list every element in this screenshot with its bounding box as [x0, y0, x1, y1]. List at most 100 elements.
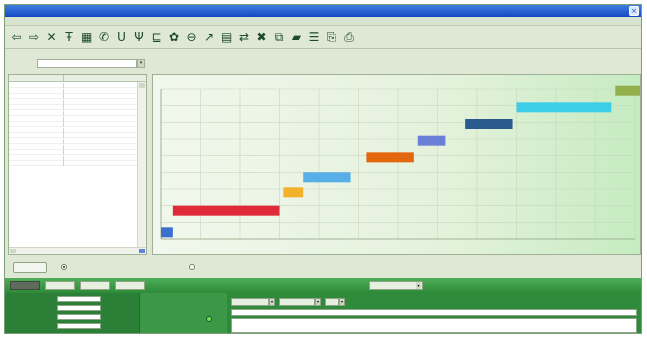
close-cross-icon[interactable]: ✕ — [46, 31, 57, 43]
gantt-chart — [160, 85, 641, 240]
title-bar: × — [5, 5, 641, 17]
menu-item-3[interactable] — [35, 19, 49, 24]
select-field-3[interactable] — [325, 298, 339, 306]
menu-item-5[interactable] — [71, 19, 83, 24]
chart-icon[interactable]: ✆ — [99, 31, 110, 43]
date-field[interactable] — [37, 59, 137, 68]
nav-button-last[interactable] — [115, 281, 145, 290]
radio-option-1[interactable] — [61, 264, 67, 270]
date-dropdown-button[interactable]: ▾ — [137, 59, 145, 68]
list-horizontal-scrollbar[interactable] — [9, 247, 146, 254]
property-label — [10, 324, 54, 329]
chevron-down-icon[interactable]: ▾ — [315, 298, 321, 306]
list-item[interactable] — [9, 155, 137, 161]
list-item[interactable] — [9, 111, 137, 116]
list-item-name — [66, 150, 136, 155]
list-item[interactable] — [9, 94, 137, 100]
tag-icon[interactable]: ▰ — [291, 31, 302, 43]
list-item[interactable] — [9, 122, 137, 128]
gantt-bar[interactable] — [516, 102, 612, 113]
print-icon[interactable]: ⎙ — [344, 31, 355, 43]
menu-item-4[interactable] — [51, 19, 69, 24]
view-select[interactable]: ▾ — [369, 281, 423, 290]
list-item[interactable] — [9, 139, 137, 144]
list-item-name — [66, 145, 136, 150]
description-field[interactable] — [231, 309, 637, 316]
gantt-bar[interactable] — [465, 119, 513, 129]
delete-icon[interactable]: ✖ — [256, 31, 267, 43]
zoom-icon[interactable]: ⊖ — [186, 31, 197, 43]
underline-icon[interactable]: U — [116, 31, 127, 43]
calendar-icon[interactable]: ▦ — [81, 31, 92, 43]
list-item-id — [9, 111, 64, 116]
radio-option-2[interactable] — [189, 264, 195, 270]
list-item[interactable] — [9, 105, 137, 111]
edit-button[interactable] — [13, 262, 47, 273]
list-item[interactable] — [9, 161, 137, 167]
property-field[interactable] — [57, 296, 101, 302]
list-item[interactable] — [9, 144, 137, 150]
property-label — [10, 297, 54, 302]
list-vertical-scrollbar[interactable] — [137, 82, 146, 248]
bottom-nav-bar: ▾ — [5, 278, 641, 293]
list-item-name — [66, 161, 136, 166]
list-item-id — [9, 105, 64, 111]
list-item[interactable] — [9, 133, 137, 139]
list-item-name — [66, 128, 136, 133]
menu-item-1[interactable] — [7, 19, 19, 24]
link-icon[interactable]: ⇄ — [239, 31, 250, 43]
property-label — [10, 315, 54, 320]
filter-row: ▾ — [5, 50, 641, 70]
nav-button-prev[interactable] — [45, 281, 75, 290]
list-item[interactable] — [9, 99, 137, 105]
scroll-thumb[interactable] — [139, 83, 145, 88]
list-item[interactable] — [9, 116, 137, 122]
menu-item-2[interactable] — [21, 19, 33, 24]
notes-field[interactable] — [231, 318, 637, 333]
property-field[interactable] — [57, 314, 101, 320]
gantt-bar[interactable] — [417, 135, 446, 146]
list-item-id — [9, 99, 64, 105]
nav-button-next[interactable] — [80, 281, 110, 290]
forward-arrow-icon[interactable]: ⇨ — [29, 31, 40, 43]
list-item-id — [9, 83, 64, 88]
gantt-bar[interactable] — [303, 172, 351, 183]
percent-icon[interactable]: Ψ — [134, 31, 145, 43]
chevron-down-icon[interactable]: ▾ — [269, 298, 275, 306]
select-field-1[interactable] — [231, 298, 269, 306]
property-field[interactable] — [57, 323, 101, 329]
pointer-icon[interactable]: ↗ — [204, 31, 215, 43]
font-icon[interactable]: Ŧ — [64, 31, 75, 43]
close-window-button[interactable]: × — [629, 6, 639, 16]
list-item-id — [9, 94, 64, 100]
gear-icon[interactable]: ✿ — [169, 31, 180, 43]
list-item[interactable] — [9, 88, 137, 94]
list-item-id — [9, 139, 64, 144]
nav-button-first[interactable] — [10, 281, 40, 290]
list-icon[interactable]: ☰ — [309, 31, 320, 43]
chevron-down-icon[interactable]: ▾ — [339, 298, 345, 306]
gantt-bar[interactable] — [172, 205, 280, 216]
list-item-name — [66, 94, 136, 99]
gantt-bar[interactable] — [366, 152, 414, 163]
tree-icon[interactable]: ⊑ — [151, 31, 162, 43]
select-field-2[interactable] — [279, 298, 315, 306]
gantt-bar[interactable] — [283, 187, 304, 198]
gantt-bar[interactable] — [615, 85, 641, 96]
list-item[interactable] — [9, 150, 137, 156]
status-gem-icon — [206, 316, 212, 322]
save-icon[interactable]: ⎘ — [326, 31, 337, 43]
column-header-id[interactable] — [9, 75, 64, 82]
gantt-bar[interactable] — [161, 227, 173, 238]
list-item[interactable] — [9, 127, 137, 133]
scroll-left-icon[interactable] — [10, 249, 16, 253]
property-label — [10, 306, 54, 311]
copy-icon[interactable]: ⧉ — [274, 31, 285, 43]
scroll-right-icon[interactable] — [139, 249, 145, 253]
list-item[interactable] — [9, 83, 137, 88]
property-field[interactable] — [57, 305, 101, 311]
back-arrow-icon[interactable]: ⇦ — [11, 31, 22, 43]
description-panel: ▾ ▾ ▾ — [227, 293, 641, 333]
table-icon[interactable]: ▤ — [221, 31, 232, 43]
column-header-name[interactable] — [64, 75, 146, 82]
